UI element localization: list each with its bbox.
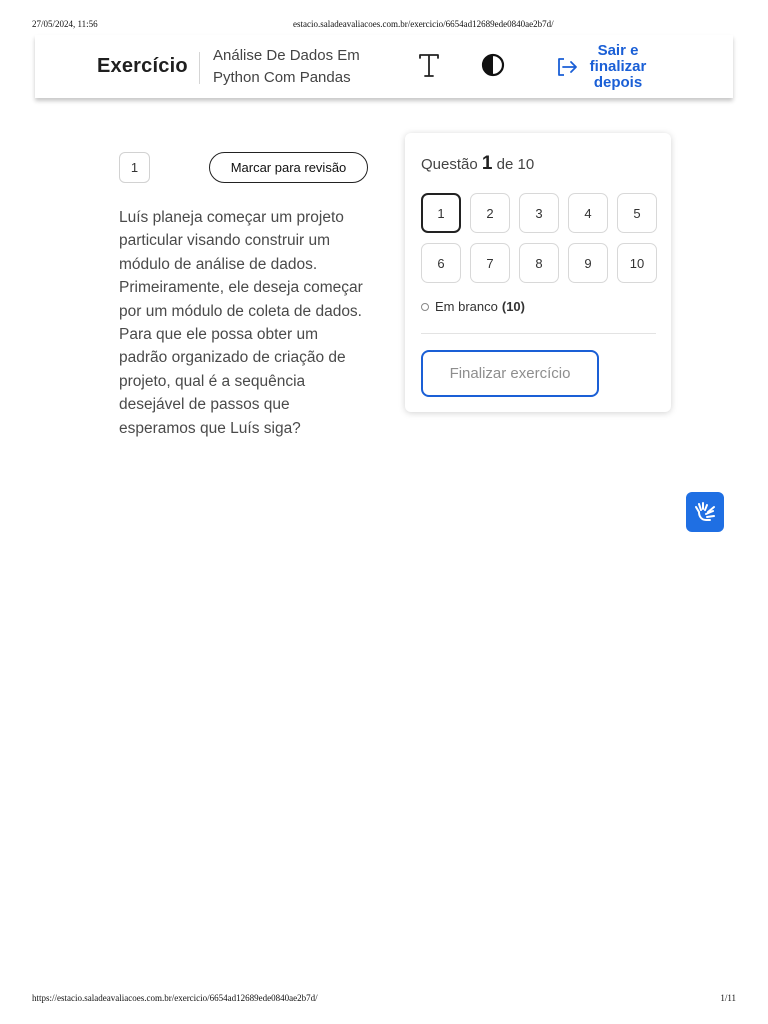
question-navigator: Questão 1 de 10 1 2 3 4 5 6 7 8 9 10 Em … [405, 133, 671, 412]
question-button-5[interactable]: 5 [617, 193, 657, 233]
text-size-button[interactable] [417, 52, 441, 80]
heading-prefix: Questão [421, 156, 478, 173]
sign-language-icon [695, 502, 715, 521]
question-text: Luís planeja começar um projeto particul… [119, 209, 363, 437]
exit-label: Sair e finalizar depois [589, 42, 647, 91]
print-page-number: 1/11 [720, 993, 736, 1003]
print-datetime: 27/05/2024, 11:56 [32, 19, 98, 29]
course-name: Análise De Dados Em Python Com Pandas [213, 47, 360, 86]
question-button-7[interactable]: 7 [470, 243, 510, 283]
exit-finish-later-button[interactable]: Sair e finalizar depois [557, 43, 657, 91]
exit-icon [558, 58, 577, 76]
status-label: Em branco [435, 299, 498, 314]
header-divider [199, 52, 200, 84]
question-button-6[interactable]: 6 [421, 243, 461, 283]
print-url: estacio.saladeavaliacoes.com.br/exercici… [293, 19, 554, 29]
mark-for-review-button[interactable]: Marcar para revisão [209, 152, 368, 183]
question-number-badge: 1 [119, 152, 150, 183]
top-header: Exercício Análise De Dados Em Python Com… [35, 35, 733, 98]
question-button-8[interactable]: 8 [519, 243, 559, 283]
finish-exercise-button[interactable]: Finalizar exercício [421, 350, 599, 397]
contrast-button[interactable] [481, 53, 505, 77]
page-title: Exercício [97, 55, 188, 77]
blank-status-icon [421, 302, 429, 311]
question-button-4[interactable]: 4 [568, 193, 608, 233]
status-legend: Em branco (10) [421, 299, 525, 314]
question-button-9[interactable]: 9 [568, 243, 608, 283]
question-button-10[interactable]: 10 [617, 243, 657, 283]
text-size-icon [419, 54, 439, 77]
current-question: 1 [481, 153, 493, 174]
contrast-icon [481, 53, 505, 77]
navigator-heading: Questão 1 de 10 [421, 153, 534, 175]
print-footer-url: https://estacio.saladeavaliacoes.com.br/… [32, 993, 318, 1003]
status-count: (10) [501, 299, 525, 314]
heading-suffix: de 10 [496, 156, 535, 173]
card-divider [421, 333, 656, 334]
question-button-2[interactable]: 2 [470, 193, 510, 233]
question-button-1[interactable]: 1 [421, 193, 461, 233]
accessibility-button[interactable] [686, 492, 724, 532]
question-button-3[interactable]: 3 [519, 193, 559, 233]
